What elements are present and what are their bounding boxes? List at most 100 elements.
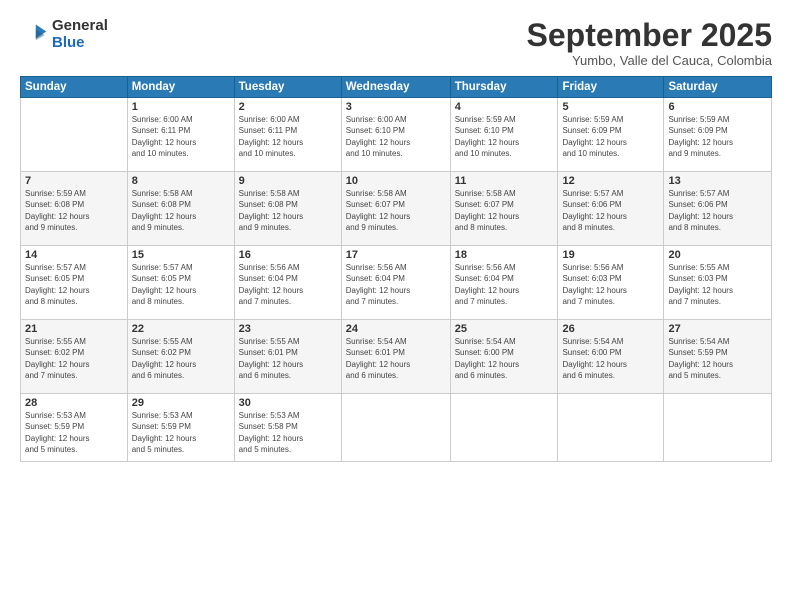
calendar-cell: 17Sunrise: 5:56 AM Sunset: 6:04 PM Dayli… bbox=[341, 246, 450, 320]
cell-info: Sunrise: 5:54 AM Sunset: 6:01 PM Dayligh… bbox=[346, 336, 446, 381]
cell-info: Sunrise: 5:58 AM Sunset: 6:07 PM Dayligh… bbox=[455, 188, 554, 233]
cell-info: Sunrise: 6:00 AM Sunset: 6:11 PM Dayligh… bbox=[239, 114, 337, 159]
day-number: 2 bbox=[239, 101, 337, 113]
weekday-header-tuesday: Tuesday bbox=[234, 77, 341, 98]
calendar-cell bbox=[341, 394, 450, 462]
logo-general-text: General bbox=[52, 18, 108, 35]
calendar-cell bbox=[664, 394, 772, 462]
calendar-cell: 2Sunrise: 6:00 AM Sunset: 6:11 PM Daylig… bbox=[234, 98, 341, 172]
calendar-cell: 10Sunrise: 5:58 AM Sunset: 6:07 PM Dayli… bbox=[341, 172, 450, 246]
day-number: 24 bbox=[346, 323, 446, 335]
cell-info: Sunrise: 5:54 AM Sunset: 6:00 PM Dayligh… bbox=[562, 336, 659, 381]
cell-info: Sunrise: 5:58 AM Sunset: 6:08 PM Dayligh… bbox=[132, 188, 230, 233]
calendar-cell: 16Sunrise: 5:56 AM Sunset: 6:04 PM Dayli… bbox=[234, 246, 341, 320]
page: General Blue September 2025 Yumbo, Valle… bbox=[0, 0, 792, 612]
weekday-header-friday: Friday bbox=[558, 77, 664, 98]
day-number: 1 bbox=[132, 101, 230, 113]
calendar-cell: 3Sunrise: 6:00 AM Sunset: 6:10 PM Daylig… bbox=[341, 98, 450, 172]
weekday-header-monday: Monday bbox=[127, 77, 234, 98]
calendar-cell: 8Sunrise: 5:58 AM Sunset: 6:08 PM Daylig… bbox=[127, 172, 234, 246]
day-number: 12 bbox=[562, 175, 659, 187]
cell-info: Sunrise: 5:59 AM Sunset: 6:09 PM Dayligh… bbox=[562, 114, 659, 159]
cell-info: Sunrise: 5:57 AM Sunset: 6:05 PM Dayligh… bbox=[25, 262, 123, 307]
cell-info: Sunrise: 5:59 AM Sunset: 6:10 PM Dayligh… bbox=[455, 114, 554, 159]
day-number: 13 bbox=[668, 175, 767, 187]
day-number: 28 bbox=[25, 397, 123, 409]
cell-info: Sunrise: 5:55 AM Sunset: 6:02 PM Dayligh… bbox=[132, 336, 230, 381]
calendar-cell: 20Sunrise: 5:55 AM Sunset: 6:03 PM Dayli… bbox=[664, 246, 772, 320]
cell-info: Sunrise: 5:53 AM Sunset: 5:59 PM Dayligh… bbox=[25, 410, 123, 455]
day-number: 9 bbox=[239, 175, 337, 187]
calendar-cell: 30Sunrise: 5:53 AM Sunset: 5:58 PM Dayli… bbox=[234, 394, 341, 462]
day-number: 4 bbox=[455, 101, 554, 113]
calendar-cell: 13Sunrise: 5:57 AM Sunset: 6:06 PM Dayli… bbox=[664, 172, 772, 246]
calendar-cell bbox=[450, 394, 558, 462]
calendar-cell: 5Sunrise: 5:59 AM Sunset: 6:09 PM Daylig… bbox=[558, 98, 664, 172]
calendar-cell: 18Sunrise: 5:56 AM Sunset: 6:04 PM Dayli… bbox=[450, 246, 558, 320]
day-number: 21 bbox=[25, 323, 123, 335]
cell-info: Sunrise: 6:00 AM Sunset: 6:10 PM Dayligh… bbox=[346, 114, 446, 159]
calendar-cell: 6Sunrise: 5:59 AM Sunset: 6:09 PM Daylig… bbox=[664, 98, 772, 172]
day-number: 18 bbox=[455, 249, 554, 261]
cell-info: Sunrise: 5:53 AM Sunset: 5:58 PM Dayligh… bbox=[239, 410, 337, 455]
day-number: 25 bbox=[455, 323, 554, 335]
day-number: 10 bbox=[346, 175, 446, 187]
calendar-cell: 23Sunrise: 5:55 AM Sunset: 6:01 PM Dayli… bbox=[234, 320, 341, 394]
day-number: 29 bbox=[132, 397, 230, 409]
calendar-cell: 15Sunrise: 5:57 AM Sunset: 6:05 PM Dayli… bbox=[127, 246, 234, 320]
cell-info: Sunrise: 5:57 AM Sunset: 6:06 PM Dayligh… bbox=[562, 188, 659, 233]
calendar-cell: 4Sunrise: 5:59 AM Sunset: 6:10 PM Daylig… bbox=[450, 98, 558, 172]
day-number: 17 bbox=[346, 249, 446, 261]
day-number: 26 bbox=[562, 323, 659, 335]
cell-info: Sunrise: 5:56 AM Sunset: 6:04 PM Dayligh… bbox=[346, 262, 446, 307]
cell-info: Sunrise: 5:55 AM Sunset: 6:02 PM Dayligh… bbox=[25, 336, 123, 381]
day-number: 8 bbox=[132, 175, 230, 187]
calendar-cell: 27Sunrise: 5:54 AM Sunset: 5:59 PM Dayli… bbox=[664, 320, 772, 394]
calendar-cell: 11Sunrise: 5:58 AM Sunset: 6:07 PM Dayli… bbox=[450, 172, 558, 246]
day-number: 30 bbox=[239, 397, 337, 409]
cell-info: Sunrise: 5:59 AM Sunset: 6:09 PM Dayligh… bbox=[668, 114, 767, 159]
day-number: 16 bbox=[239, 249, 337, 261]
logo-text: General Blue bbox=[52, 18, 108, 51]
week-row-1: 1Sunrise: 6:00 AM Sunset: 6:11 PM Daylig… bbox=[21, 98, 772, 172]
day-number: 14 bbox=[25, 249, 123, 261]
weekday-header-wednesday: Wednesday bbox=[341, 77, 450, 98]
calendar-cell: 26Sunrise: 5:54 AM Sunset: 6:00 PM Dayli… bbox=[558, 320, 664, 394]
cell-info: Sunrise: 5:54 AM Sunset: 6:00 PM Dayligh… bbox=[455, 336, 554, 381]
calendar-cell: 25Sunrise: 5:54 AM Sunset: 6:00 PM Dayli… bbox=[450, 320, 558, 394]
day-number: 19 bbox=[562, 249, 659, 261]
day-number: 5 bbox=[562, 101, 659, 113]
day-number: 23 bbox=[239, 323, 337, 335]
day-number: 11 bbox=[455, 175, 554, 187]
day-number: 20 bbox=[668, 249, 767, 261]
cell-info: Sunrise: 5:58 AM Sunset: 6:07 PM Dayligh… bbox=[346, 188, 446, 233]
calendar-cell bbox=[558, 394, 664, 462]
weekday-header-sunday: Sunday bbox=[21, 77, 128, 98]
calendar-cell: 29Sunrise: 5:53 AM Sunset: 5:59 PM Dayli… bbox=[127, 394, 234, 462]
location: Yumbo, Valle del Cauca, Colombia bbox=[527, 53, 772, 68]
cell-info: Sunrise: 5:56 AM Sunset: 6:03 PM Dayligh… bbox=[562, 262, 659, 307]
day-number: 7 bbox=[25, 175, 123, 187]
cell-info: Sunrise: 5:57 AM Sunset: 6:05 PM Dayligh… bbox=[132, 262, 230, 307]
header: General Blue September 2025 Yumbo, Valle… bbox=[20, 18, 772, 68]
week-row-2: 7Sunrise: 5:59 AM Sunset: 6:08 PM Daylig… bbox=[21, 172, 772, 246]
weekday-header-thursday: Thursday bbox=[450, 77, 558, 98]
calendar-cell: 1Sunrise: 6:00 AM Sunset: 6:11 PM Daylig… bbox=[127, 98, 234, 172]
day-number: 22 bbox=[132, 323, 230, 335]
day-number: 15 bbox=[132, 249, 230, 261]
logo: General Blue bbox=[20, 18, 108, 51]
day-number: 6 bbox=[668, 101, 767, 113]
calendar-cell: 21Sunrise: 5:55 AM Sunset: 6:02 PM Dayli… bbox=[21, 320, 128, 394]
cell-info: Sunrise: 5:55 AM Sunset: 6:03 PM Dayligh… bbox=[668, 262, 767, 307]
cell-info: Sunrise: 5:56 AM Sunset: 6:04 PM Dayligh… bbox=[239, 262, 337, 307]
month-title: September 2025 bbox=[527, 18, 772, 53]
calendar-cell: 22Sunrise: 5:55 AM Sunset: 6:02 PM Dayli… bbox=[127, 320, 234, 394]
cell-info: Sunrise: 6:00 AM Sunset: 6:11 PM Dayligh… bbox=[132, 114, 230, 159]
calendar-cell: 14Sunrise: 5:57 AM Sunset: 6:05 PM Dayli… bbox=[21, 246, 128, 320]
calendar-cell bbox=[21, 98, 128, 172]
cell-info: Sunrise: 5:57 AM Sunset: 6:06 PM Dayligh… bbox=[668, 188, 767, 233]
calendar-cell: 12Sunrise: 5:57 AM Sunset: 6:06 PM Dayli… bbox=[558, 172, 664, 246]
calendar-cell: 19Sunrise: 5:56 AM Sunset: 6:03 PM Dayli… bbox=[558, 246, 664, 320]
title-block: September 2025 Yumbo, Valle del Cauca, C… bbox=[527, 18, 772, 68]
cell-info: Sunrise: 5:53 AM Sunset: 5:59 PM Dayligh… bbox=[132, 410, 230, 455]
